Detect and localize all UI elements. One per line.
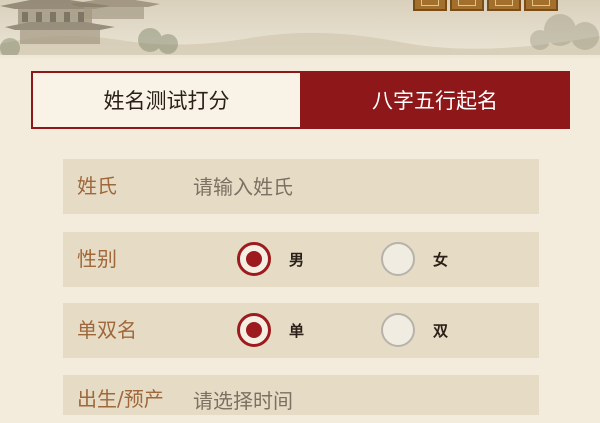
radio-label: 男 xyxy=(289,250,305,269)
mode-tabs: 姓名测试打分 八字五行起名 xyxy=(31,71,570,129)
name-type-row: 单双名 单 双 xyxy=(63,303,539,358)
birth-time-label: 出生/预产 xyxy=(77,387,164,411)
radio-unchecked-icon xyxy=(381,242,415,276)
surname-input[interactable] xyxy=(193,169,523,204)
header-banner xyxy=(0,0,600,58)
radio-label: 双 xyxy=(433,321,449,340)
radio-gender-male[interactable]: 男 xyxy=(237,240,304,278)
tab-label: 八字五行起名 xyxy=(372,89,498,113)
tab-name-score[interactable]: 姓名测试打分 xyxy=(33,73,302,127)
seal-icon xyxy=(413,0,447,11)
seal-icon xyxy=(487,0,521,11)
radio-checked-icon xyxy=(237,313,271,347)
birth-time-picker[interactable] xyxy=(193,383,523,418)
radio-checked-icon xyxy=(237,242,271,276)
birth-time-row: 出生/预产 xyxy=(63,375,539,418)
radio-name-double[interactable]: 双 xyxy=(381,311,448,349)
radio-gender-female[interactable]: 女 xyxy=(381,240,448,278)
radio-label: 女 xyxy=(433,250,449,269)
gender-row: 性别 男 女 xyxy=(63,232,539,287)
surname-label: 姓氏 xyxy=(77,174,117,198)
seal-icons xyxy=(413,0,558,11)
name-type-label: 单双名 xyxy=(77,318,137,342)
radio-unchecked-icon xyxy=(381,313,415,347)
radio-label: 单 xyxy=(289,321,305,340)
tab-bazi-naming[interactable]: 八字五行起名 xyxy=(302,73,568,127)
gender-label: 性别 xyxy=(77,247,117,271)
tab-label: 姓名测试打分 xyxy=(103,89,230,113)
seal-icon xyxy=(450,0,484,11)
surname-row: 姓氏 xyxy=(63,159,539,214)
radio-name-single[interactable]: 单 xyxy=(237,311,304,349)
seal-icon xyxy=(524,0,558,11)
